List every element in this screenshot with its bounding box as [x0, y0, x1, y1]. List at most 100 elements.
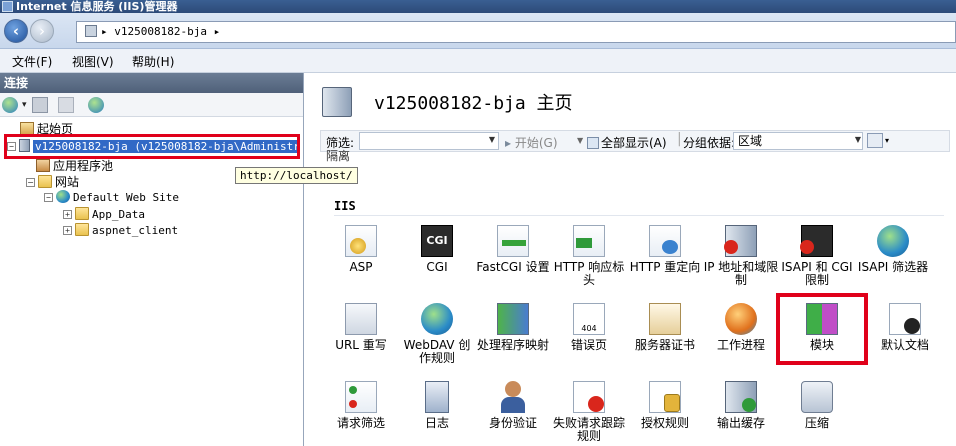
site-url-tooltip: http://localhost/: [235, 167, 358, 184]
feature-logging[interactable]: 日志: [398, 381, 476, 430]
chevron-down-icon[interactable]: ▼: [577, 136, 583, 145]
sites-folder-icon: [38, 175, 52, 188]
start-filter-button[interactable]: ▸ 开始(G): [505, 134, 558, 151]
feature-isapi-cgi-restrictions[interactable]: ISAPI 和 CGI 限制: [778, 225, 856, 287]
logging-icon: [425, 381, 449, 413]
menu-help[interactable]: 帮助(H): [132, 53, 174, 70]
feature-label: 输出缓存: [716, 416, 765, 430]
group-by-dropdown-icon[interactable]: ▼: [853, 132, 863, 148]
start-icon: ▸: [505, 136, 515, 150]
iis-app-icon: [2, 1, 13, 12]
show-all-button[interactable]: 全部显示(A): [587, 134, 667, 151]
feature-webdav[interactable]: WebDAV 创作规则: [398, 303, 476, 365]
menu-view[interactable]: 视图(V): [72, 53, 114, 70]
collapse-icon[interactable]: −: [7, 142, 16, 151]
feature-default-document[interactable]: 默认文档: [866, 303, 944, 352]
feature-label: 处理程序映射: [476, 338, 549, 352]
feature-url-rewrite[interactable]: URL 重写: [322, 303, 400, 352]
collapse-icon[interactable]: −: [44, 193, 53, 202]
section-divider: [334, 215, 944, 216]
connect-icon[interactable]: [2, 97, 18, 113]
feature-label: 默认文档: [880, 338, 929, 352]
refresh-connections-icon[interactable]: [88, 97, 104, 113]
folder-icon: [75, 207, 89, 220]
feature-asp[interactable]: ASP: [322, 225, 400, 274]
up-icon[interactable]: [58, 97, 74, 113]
group-by-label: 分组依据:: [683, 136, 736, 150]
feature-fastcgi[interactable]: FastCGI 设置: [474, 225, 552, 274]
feature-failed-request-tracing[interactable]: 失败请求跟踪规则: [550, 381, 628, 443]
address-bar: ‹ › ▸ v125008182-bja ▸: [0, 13, 956, 49]
feature-label: 工作进程: [716, 338, 765, 352]
feature-server-certificates[interactable]: 服务器证书: [626, 303, 704, 352]
feature-authorization-rules[interactable]: 授权规则: [626, 381, 704, 430]
authentication-icon: [497, 381, 529, 413]
feature-label: 压缩: [804, 416, 829, 430]
isapi-filters-icon: [877, 225, 909, 257]
feature-label: 请求筛选: [336, 416, 385, 430]
feature-handler-mappings[interactable]: 处理程序映射: [474, 303, 552, 352]
compression-icon: [801, 381, 833, 413]
error-pages-icon: 404: [573, 303, 605, 335]
feature-http-redirect[interactable]: HTTP 重定向: [626, 225, 704, 274]
feature-label: 日志: [424, 416, 449, 430]
feature-error-pages[interactable]: 404 错误页: [550, 303, 628, 352]
feature-request-filtering[interactable]: 请求筛选: [322, 381, 400, 430]
window-title-bar: Internet 信息服务 (IIS)管理器: [0, 0, 956, 13]
feature-output-caching[interactable]: 输出缓存: [702, 381, 780, 430]
section-header-iis: IIS: [334, 199, 356, 213]
forward-button[interactable]: ›: [30, 19, 54, 43]
app-pools-icon: [36, 159, 50, 172]
start-label: 开始(G): [514, 136, 558, 150]
asp-icon: [345, 225, 377, 257]
server-label: v125008182-bja (v125008182-bja\Administr…: [33, 140, 297, 153]
group-by-select[interactable]: 区域: [733, 132, 863, 150]
feature-modules[interactable]: 模块: [776, 293, 868, 365]
server-icon: [19, 139, 30, 152]
tree-aspnet-client[interactable]: + aspnet_client: [63, 223, 178, 239]
tree-server[interactable]: − v125008182-bja (v125008182-bja\Administ…: [4, 134, 300, 159]
feature-label: ASP: [349, 260, 373, 274]
failed-request-tracing-icon: [573, 381, 605, 413]
connections-toolbar: ▾: [0, 93, 303, 117]
sites-label: 网站: [55, 175, 80, 189]
handler-mappings-icon: [497, 303, 529, 335]
cgi-icon: CGI: [421, 225, 453, 257]
globe-icon: [56, 190, 70, 203]
expand-icon[interactable]: +: [63, 226, 72, 235]
tree-sites[interactable]: − 网站: [26, 174, 79, 190]
fastcgi-icon: [497, 225, 529, 257]
feature-cgi[interactable]: CGI CGI: [398, 225, 476, 274]
menu-file[interactable]: 文件(F): [12, 53, 52, 70]
expand-icon[interactable]: +: [63, 210, 72, 219]
feature-ip-restrictions[interactable]: IP 地址和域限制: [702, 225, 780, 287]
feature-label: ISAPI 筛选器: [857, 260, 929, 274]
tree-app-data[interactable]: + App_Data: [63, 207, 145, 223]
filter-dropdown-icon[interactable]: ▼: [487, 132, 497, 148]
view-mode-icon[interactable]: [867, 133, 883, 148]
feature-label: FastCGI 设置: [476, 260, 550, 274]
tree-default-web-site[interactable]: − Default Web Site: [44, 190, 179, 206]
tree-app-pools[interactable]: 应用程序池: [36, 158, 113, 174]
feature-label: 身份验证: [488, 416, 537, 430]
address-field[interactable]: ▸ v125008182-bja ▸: [76, 21, 956, 43]
feature-label: HTTP 重定向: [629, 260, 701, 274]
filter-input[interactable]: [359, 132, 499, 150]
view-mode-dropdown-icon[interactable]: ▾: [885, 136, 889, 145]
feature-worker-processes[interactable]: 工作进程: [702, 303, 780, 352]
back-button[interactable]: ‹: [4, 19, 28, 43]
feature-label: HTTP 响应标头: [553, 260, 625, 287]
main-panel: v125008182-bja 主页 筛选: ▼ ▸ 开始(G) ▼ 全部显示(A…: [306, 73, 956, 446]
feature-compression[interactable]: 压缩: [778, 381, 856, 430]
feature-label: 失败请求跟踪规则: [552, 416, 625, 443]
save-icon[interactable]: [32, 97, 48, 113]
http-response-headers-icon: [573, 225, 605, 257]
collapse-icon[interactable]: −: [26, 178, 35, 187]
show-all-icon: [587, 137, 599, 149]
feature-http-response-headers[interactable]: HTTP 响应标头: [550, 225, 628, 287]
feature-isapi-filters[interactable]: ISAPI 筛选器: [854, 225, 932, 274]
feature-authentication[interactable]: 身份验证: [474, 381, 552, 430]
output-caching-icon: [725, 381, 757, 413]
feature-label: 错误页: [570, 338, 607, 352]
server-large-icon: [322, 87, 352, 117]
